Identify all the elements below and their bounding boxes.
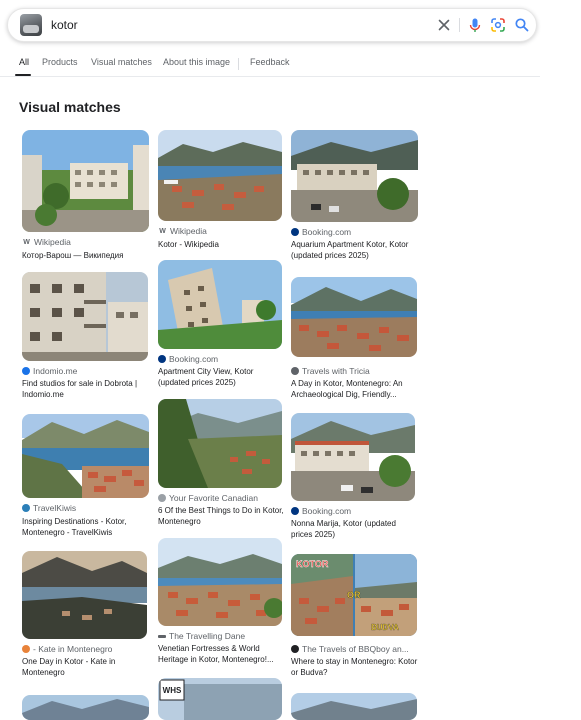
result-source-name[interactable]: Wikipedia — [170, 226, 207, 236]
result-image[interactable] — [291, 413, 415, 501]
budva-image-label: BUDVA — [371, 623, 399, 632]
result-source-name[interactable]: The Travelling Dane — [169, 631, 245, 641]
active-tab-indicator — [15, 74, 31, 76]
result-source[interactable]: Travels with Tricia — [291, 365, 370, 377]
result-source[interactable]: Indomio.me — [22, 365, 77, 377]
search-icon[interactable] — [513, 16, 531, 34]
result-source-name[interactable]: Booking.com — [302, 506, 351, 516]
result-image[interactable] — [22, 130, 149, 232]
or-image-label: OR — [347, 590, 361, 600]
indomio-icon — [22, 367, 30, 375]
kotor-image-label: KOTOR — [296, 559, 329, 569]
tab-all[interactable]: All — [19, 57, 29, 67]
result-title[interactable]: Котор-Варош — Википедия — [22, 251, 150, 262]
result-source-name[interactable]: Your Favorite Canadian — [169, 493, 258, 503]
result-title[interactable]: 6 Of the Best Things to Do in Kotor, Mon… — [158, 506, 286, 527]
tab-feedback[interactable]: Feedback — [250, 57, 290, 67]
tab-products[interactable]: Products — [42, 57, 78, 67]
result-image[interactable]: KOTOR OR BUDVA — [291, 554, 417, 636]
result-image[interactable] — [22, 272, 148, 361]
result-source[interactable]: Booking.com — [158, 353, 218, 365]
result-source-name[interactable]: The Travels of BBQboy an... — [302, 644, 409, 654]
wikipedia-icon: W — [159, 227, 166, 235]
whs-logo-label: WHS — [163, 686, 182, 695]
result-source-name[interactable]: Indomio.me — [33, 366, 77, 376]
result-source[interactable]: - Kate in Montenegro — [22, 643, 112, 655]
result-image[interactable] — [158, 399, 282, 488]
clear-icon[interactable] — [435, 16, 453, 34]
result-image[interactable] — [22, 695, 149, 720]
result-source[interactable]: W Wikipedia — [158, 225, 207, 237]
booking-icon — [291, 228, 299, 236]
results-tabs: All Products Visual matches About this i… — [0, 53, 540, 77]
result-title[interactable]: Inspiring Destinations - Kotor, Monteneg… — [22, 517, 150, 538]
search-image-thumbnail[interactable] — [20, 14, 42, 36]
result-title[interactable]: Find studios for sale in Dobrota | Indom… — [22, 379, 150, 400]
result-image[interactable] — [22, 414, 149, 498]
result-source[interactable]: The Travels of BBQboy an... — [291, 643, 409, 655]
tab-about-this-image[interactable]: About this image — [163, 57, 230, 67]
result-source-name[interactable]: - Kate in Montenegro — [33, 644, 112, 654]
result-title[interactable]: Venetian Fortresses & World Heritage in … — [158, 644, 286, 665]
result-source-name[interactable]: TravelKiwis — [33, 503, 76, 513]
result-source[interactable]: Booking.com — [291, 226, 351, 238]
result-source-name[interactable]: Wikipedia — [34, 237, 71, 247]
result-image[interactable] — [22, 551, 147, 639]
result-title[interactable]: A Day in Kotor, Montenegro: An Archaeolo… — [291, 379, 419, 400]
booking-icon — [158, 355, 166, 363]
result-title[interactable]: One Day in Kotor - Kate in Montenegro — [22, 657, 150, 678]
result-title[interactable]: Kotor - Wikipedia — [158, 240, 286, 251]
tab-visual-matches[interactable]: Visual matches — [91, 57, 152, 67]
search-bar-divider — [459, 18, 460, 32]
result-source[interactable]: W Wikipedia — [22, 236, 71, 248]
kate-in-montenegro-icon — [22, 645, 30, 653]
result-source-name[interactable]: Travels with Tricia — [302, 366, 370, 376]
result-source[interactable]: Booking.com — [291, 505, 351, 517]
search-input[interactable] — [51, 16, 351, 34]
travelkiwis-icon — [22, 504, 30, 512]
travels-with-tricia-icon — [291, 367, 299, 375]
result-source[interactable]: The Travelling Dane — [158, 630, 245, 642]
result-title[interactable]: Where to stay in Montenegro: Kotor or Bu… — [291, 657, 419, 678]
your-favorite-canadian-icon — [158, 494, 166, 502]
result-image[interactable] — [158, 538, 282, 626]
result-image[interactable] — [291, 130, 418, 222]
result-title[interactable]: Aquarium Apartment Kotor, Kotor (updated… — [291, 240, 419, 261]
search-bar[interactable] — [7, 8, 537, 42]
google-lens-icon[interactable] — [489, 16, 507, 34]
result-image[interactable] — [291, 277, 417, 357]
booking-icon — [291, 507, 299, 515]
result-source[interactable]: Your Favorite Canadian — [158, 492, 258, 504]
bbqboy-icon — [291, 645, 299, 653]
result-image[interactable] — [158, 260, 282, 349]
result-title[interactable]: Apartment City View, Kotor (updated pric… — [158, 367, 286, 388]
tabs-divider — [238, 58, 239, 70]
result-image[interactable] — [158, 130, 282, 221]
result-source[interactable]: TravelKiwis — [22, 502, 76, 514]
result-image[interactable] — [291, 693, 417, 720]
result-image[interactable]: WHS — [158, 678, 282, 720]
result-title[interactable]: Nonna Marija, Kotor (updated prices 2025… — [291, 519, 419, 540]
travelling-dane-icon — [158, 634, 166, 638]
wikipedia-icon: W — [23, 238, 30, 246]
section-title: Visual matches — [19, 99, 121, 115]
microphone-icon[interactable] — [466, 16, 484, 34]
result-source-name[interactable]: Booking.com — [169, 354, 218, 364]
result-source-name[interactable]: Booking.com — [302, 227, 351, 237]
